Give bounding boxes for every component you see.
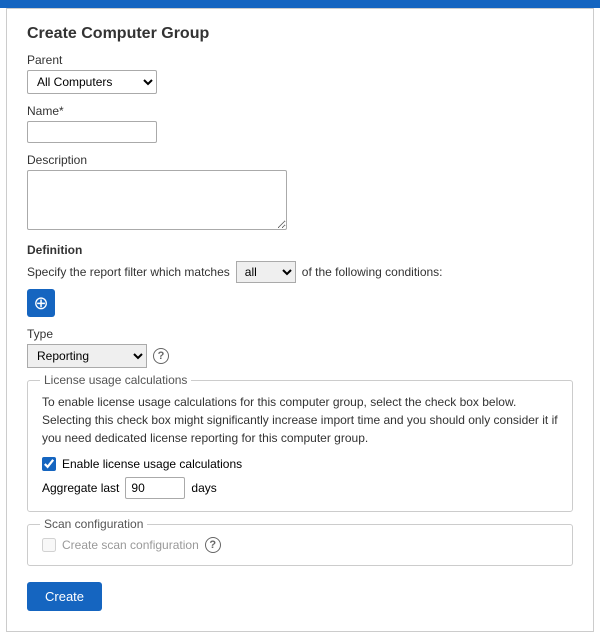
- enable-license-checkbox-row: Enable license usage calculations: [42, 457, 558, 471]
- aggregate-label: Aggregate last: [42, 481, 119, 495]
- description-textarea[interactable]: [27, 170, 287, 230]
- definition-section: Definition Specify the report filter whi…: [27, 243, 573, 317]
- scan-help-icon[interactable]: ?: [205, 537, 221, 553]
- create-button[interactable]: Create: [27, 582, 102, 611]
- enable-license-checkbox[interactable]: [42, 457, 56, 471]
- type-help-icon[interactable]: ?: [153, 348, 169, 364]
- parent-select[interactable]: All Computers Computers: [27, 70, 157, 94]
- name-field-group: Name*: [27, 104, 573, 143]
- aggregate-row: Aggregate last days: [42, 477, 558, 499]
- license-section-title: License usage calculations: [40, 373, 191, 387]
- name-label: Name*: [27, 104, 573, 118]
- main-content: Create Computer Group Parent All Compute…: [6, 8, 594, 632]
- description-field-group: Description: [27, 153, 573, 233]
- filter-text-before: Specify the report filter which matches: [27, 265, 230, 279]
- filter-select[interactable]: all any: [236, 261, 296, 283]
- scan-config-label: Create scan configuration: [62, 538, 199, 552]
- type-row: Reporting Active Directory Manual ?: [27, 344, 573, 368]
- description-label: Description: [27, 153, 573, 167]
- definition-title: Definition: [27, 243, 573, 257]
- definition-row: Specify the report filter which matches …: [27, 261, 573, 283]
- aggregate-unit: days: [191, 481, 216, 495]
- name-input[interactable]: [27, 121, 157, 143]
- aggregate-input[interactable]: [125, 477, 185, 499]
- type-section: Type Reporting Active Directory Manual ?: [27, 327, 573, 368]
- license-description: To enable license usage calculations for…: [42, 393, 558, 447]
- parent-label: Parent: [27, 53, 573, 67]
- type-label: Type: [27, 327, 573, 341]
- scan-section-box: Scan configuration Create scan configura…: [27, 524, 573, 566]
- filter-text-after: of the following conditions:: [302, 265, 443, 279]
- scan-section-title: Scan configuration: [40, 517, 147, 531]
- add-condition-button[interactable]: ⊕: [27, 289, 55, 317]
- license-section-box: License usage calculations To enable lic…: [27, 380, 573, 512]
- enable-license-label: Enable license usage calculations: [62, 457, 242, 471]
- top-bar: [0, 0, 600, 8]
- scan-config-checkbox[interactable]: [42, 538, 56, 552]
- page-title: Create Computer Group: [27, 25, 573, 43]
- type-select[interactable]: Reporting Active Directory Manual: [27, 344, 147, 368]
- scan-checkbox-row: Create scan configuration ?: [42, 537, 558, 553]
- plus-icon: ⊕: [33, 294, 48, 312]
- parent-field-group: Parent All Computers Computers: [27, 53, 573, 94]
